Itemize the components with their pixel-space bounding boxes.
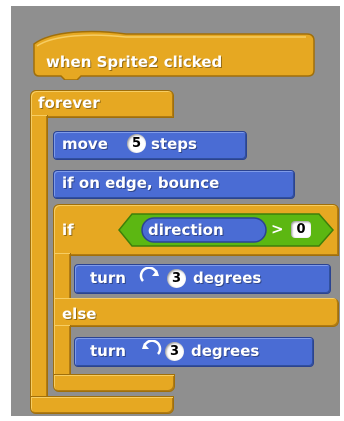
turn-right-degrees-label: degrees — [193, 269, 262, 287]
greater-than-symbol: > — [271, 220, 284, 238]
forever-block-arm — [30, 115, 48, 397]
if-label: if — [62, 221, 74, 239]
forever-label: forever — [38, 94, 100, 112]
compare-value-input[interactable]: 0 — [291, 221, 311, 238]
forever-block-bottom — [30, 396, 174, 414]
bounce-label: if on edge, bounce — [62, 174, 220, 192]
turn-left-degrees-label: degrees — [191, 342, 260, 360]
rotate-clockwise-icon — [139, 267, 159, 282]
turn-left-label: turn — [90, 342, 126, 360]
steps-label: steps — [151, 135, 197, 153]
steps-number-input[interactable]: 5 — [127, 134, 146, 153]
direction-reporter[interactable]: direction — [148, 221, 224, 239]
else-block-arm — [53, 325, 71, 375]
turn-left-degrees-input[interactable]: 3 — [165, 342, 184, 361]
turn-right-degrees-input[interactable]: 3 — [167, 269, 186, 288]
if-block-arm — [53, 253, 71, 299]
if-else-block-bottom — [53, 374, 175, 392]
turn-right-label: turn — [90, 269, 126, 287]
move-label: move — [62, 135, 108, 153]
rotate-counterclockwise-icon — [142, 340, 162, 355]
else-label: else — [62, 305, 97, 323]
hat-block-label: when Sprite2 clicked — [46, 53, 223, 71]
